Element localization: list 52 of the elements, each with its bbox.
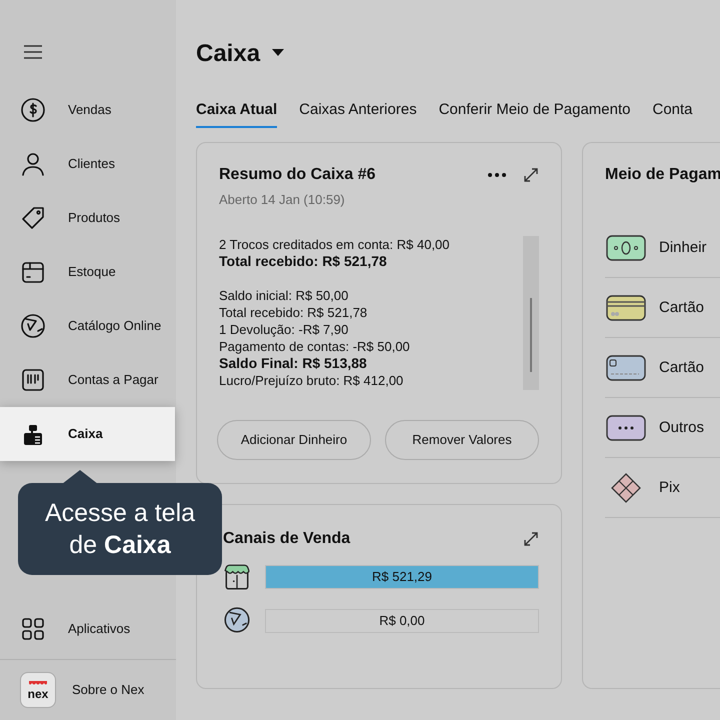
payment-method-item[interactable]: Pix [605, 458, 720, 518]
sidebar-item[interactable]: Catálogo Online [0, 299, 175, 353]
more-icon [605, 412, 647, 443]
expand-icon[interactable] [523, 166, 539, 183]
total-text: Total recebido: R$ 521,78 [219, 252, 388, 270]
action-button[interactable]: Remover Valores [385, 420, 539, 460]
tab[interactable]: Conferir Meio de Pagamento [438, 98, 630, 128]
summary-line: Lucro/Prejuízo bruto: R$ 412,00 [219, 372, 404, 389]
sidebar-item[interactable]: Produtos [0, 191, 175, 245]
apps-icon [20, 616, 46, 642]
card-title: Resumo do Caixa #6 [219, 165, 376, 184]
summary-line: 2 Trocos creditados em conta: R$ 40,00 [219, 236, 451, 253]
tab[interactable]: Caixa Atual [196, 98, 278, 128]
summary-line: Total recebido: R$ 521,78 [219, 304, 368, 321]
credit-card-icon [605, 292, 647, 323]
page-title: Caixa [196, 40, 260, 69]
sidebar-item[interactable]: nex Sobre o Nex [0, 660, 175, 720]
payment-method-item[interactable]: Cartão [605, 338, 720, 398]
more-icon[interactable] [487, 172, 507, 178]
card-subtitle: Aberto 14 Jan (10:59) [219, 191, 346, 210]
action-button[interactable]: Adicionar Dinheiro [217, 420, 371, 460]
sidebar-item[interactable]: Caixa [0, 407, 175, 461]
box-icon [20, 259, 46, 285]
tag-icon [20, 205, 46, 231]
logo-icon: nex [20, 672, 56, 708]
expand-icon[interactable] [523, 530, 539, 547]
tooltip: Acesse a tela de Caixa [18, 470, 222, 575]
payment-method-item[interactable]: Dinheir [605, 218, 720, 278]
sidebar-item[interactable]: Vendas [0, 83, 175, 137]
tab[interactable]: Conta [652, 98, 693, 128]
scrollbar[interactable] [523, 236, 539, 390]
sidebar-item[interactable]: Contas a Pagar [0, 353, 175, 407]
sidebar-item[interactable]: Aplicativos [0, 599, 175, 659]
sidebar-item[interactable]: Clientes [0, 137, 175, 191]
bar-value: R$ 0,00 [378, 612, 426, 630]
total-text: Saldo Final: R$ 513,88 [219, 354, 368, 372]
summary-line: Saldo inicial: R$ 50,00 [219, 286, 350, 304]
card-icon [605, 352, 647, 383]
card-title: Canais de Venda [223, 529, 350, 548]
payment-method-item[interactable]: Outros [605, 398, 720, 458]
summary-line: Pagamento de contas: -R$ 50,00 [219, 338, 411, 355]
globe-icon [20, 313, 46, 339]
person-icon [20, 151, 46, 177]
sidebar-item[interactable]: Estoque [0, 245, 175, 299]
summary-line: 1 Devolução: -R$ 7,90 [219, 320, 350, 338]
dollar-icon [20, 97, 46, 123]
payment-method-item[interactable]: Cartão [605, 278, 720, 338]
bar-value: R$ 521,29 [371, 568, 433, 586]
cash-icon [605, 232, 647, 263]
store-icon [223, 562, 251, 592]
bill-icon [20, 367, 46, 393]
tab[interactable]: Caixas Anteriores [299, 98, 417, 128]
